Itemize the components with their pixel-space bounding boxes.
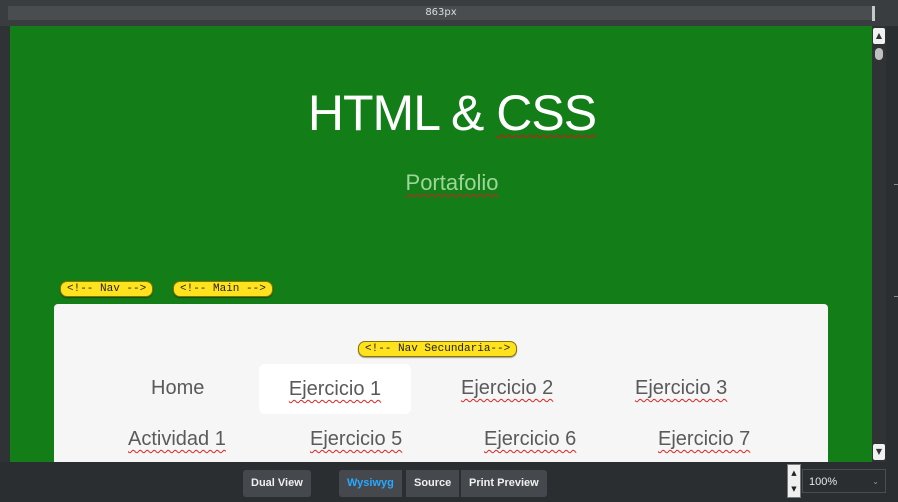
nav-item-home[interactable]: Home	[151, 377, 204, 400]
nav-item-label: Ejercicio 3	[635, 377, 728, 399]
ruler-resize-handle[interactable]	[872, 6, 875, 21]
down-arrow-icon: ▼	[791, 485, 797, 493]
page-subtitle: Portafolio	[10, 170, 872, 196]
main-content-box[interactable]: <!-- Nav Secundaria--> Home Ejercicio 1 …	[54, 304, 828, 462]
nav-item-label: Ejercicio 6	[484, 428, 577, 450]
vertical-scrollbar[interactable]: ▲ ▼	[872, 26, 886, 462]
page-title-part1: HTML &	[307, 85, 497, 141]
chevron-down-icon: ⌄	[872, 477, 879, 486]
canvas-left-gutter	[0, 26, 10, 462]
down-arrow-icon: ▼	[875, 447, 883, 456]
nav-item-label: Ejercicio 5	[310, 428, 403, 450]
dual-view-button[interactable]: Dual View	[243, 470, 311, 497]
zoom-select[interactable]: 100% ⌄	[802, 469, 886, 493]
zoom-stepper[interactable]: ▲ ▼	[787, 464, 801, 498]
comment-tag-nav[interactable]: <!-- Nav -->	[60, 281, 154, 297]
width-ruler: 863px	[0, 0, 898, 26]
page-title: HTML & CSS	[10, 84, 872, 142]
view-toolbar: Dual View Wysiwyg Source Print Preview ▲…	[0, 462, 898, 502]
nav-item-label: Ejercicio 2	[461, 377, 554, 399]
nav-item-label: Home	[151, 377, 205, 399]
up-arrow-icon: ▲	[791, 469, 797, 477]
right-panel-edge	[886, 26, 898, 462]
zoom-value: 100%	[809, 476, 838, 488]
nav-item-ejercicio-5[interactable]: Ejercicio 5	[310, 428, 402, 451]
nav-item-ejercicio-1[interactable]: Ejercicio 1	[259, 364, 411, 414]
wysiwyg-view-button[interactable]: Wysiwyg	[339, 470, 402, 497]
up-arrow-icon: ▲	[875, 31, 883, 40]
nav-item-ejercicio-7[interactable]: Ejercicio 7	[658, 428, 750, 451]
nav-item-ejercicio-3[interactable]: Ejercicio 3	[635, 377, 727, 400]
nav-item-ejercicio-2[interactable]: Ejercicio 2	[461, 377, 553, 400]
nav-item-actividad-1[interactable]: Actividad 1	[128, 428, 226, 451]
scroll-up-button[interactable]: ▲	[873, 28, 885, 44]
zoom-increase-button[interactable]: ▲	[788, 465, 800, 481]
print-preview-button[interactable]: Print Preview	[461, 470, 547, 497]
design-canvas[interactable]: HTML & CSS Portafolio <!-- Nav --> <!-- …	[10, 26, 872, 462]
edge-tick	[894, 296, 898, 297]
zoom-decrease-button[interactable]: ▼	[788, 481, 800, 497]
edge-tick	[894, 184, 898, 185]
page-subtitle-text: Portafolio	[405, 170, 499, 195]
scroll-down-button[interactable]: ▼	[873, 444, 885, 460]
nav-item-ejercicio-6[interactable]: Ejercicio 6	[484, 428, 576, 451]
comment-tag-nav-secundaria[interactable]: <!-- Nav Secundaria-->	[358, 341, 518, 357]
nav-item-label: Ejercicio 7	[658, 428, 751, 450]
scroll-thumb[interactable]	[875, 48, 883, 60]
page-title-part2: CSS	[496, 85, 597, 141]
nav-item-label: Actividad 1	[128, 428, 226, 450]
comment-tag-main[interactable]: <!-- Main -->	[173, 281, 273, 297]
ruler-width-label: 863px	[425, 7, 457, 18]
nav-item-label: Ejercicio 1	[288, 378, 382, 400]
source-view-button[interactable]: Source	[406, 470, 460, 497]
